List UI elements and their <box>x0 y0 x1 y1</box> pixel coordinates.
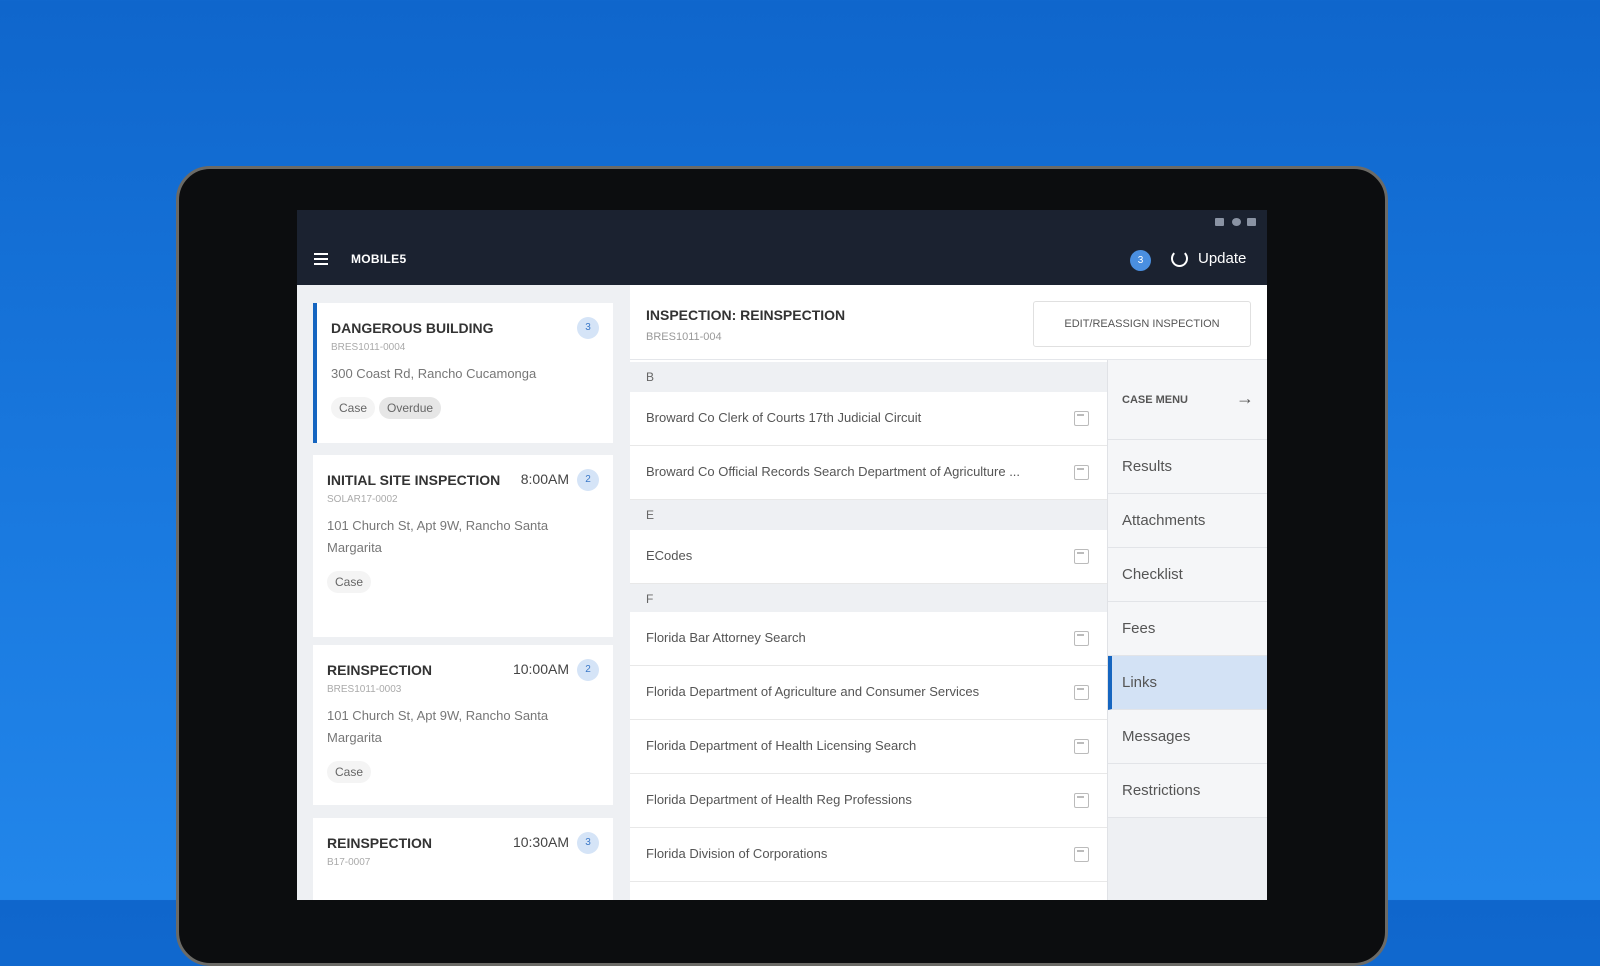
card-title: REINSPECTION <box>327 835 433 851</box>
arrow-right-icon[interactable]: → <box>1236 388 1254 409</box>
inspection-card[interactable]: INITIAL SITE INSPECTION 8:00AM 2 SOLAR17… <box>313 455 613 637</box>
section-header: F <box>630 584 1107 614</box>
card-address: 101 Church St, Apt 9W, Rancho Santa Marg… <box>327 708 549 745</box>
external-link-icon <box>1074 847 1089 862</box>
card-id: SOLAR17-0002 <box>327 494 398 505</box>
external-link-icon <box>1074 793 1089 808</box>
menu-item-results[interactable]: Results <box>1108 440 1267 494</box>
external-link-icon <box>1074 685 1089 700</box>
inspection-card[interactable]: REINSPECTION 10:30AM 3 B17-0007 <box>313 818 613 900</box>
card-time: 10:30AM <box>512 834 569 850</box>
card-count-badge: 3 <box>577 832 599 854</box>
card-title: REINSPECTION <box>327 662 433 678</box>
link-label: Broward Co Official Records Search Depar… <box>646 464 1021 479</box>
link-label: Florida Department of Health Reg Profess… <box>646 792 912 807</box>
card-time: 8:00AM <box>520 471 569 487</box>
hamburger-menu-icon[interactable] <box>314 253 328 265</box>
menu-item-attachments[interactable]: Attachments <box>1108 494 1267 548</box>
tag-case: Case <box>327 761 372 783</box>
external-link-icon <box>1074 631 1089 646</box>
case-menu: CASE MENU → Results Attachments Checklist… <box>1107 360 1267 900</box>
card-title: DANGEROUS BUILDING <box>331 320 494 336</box>
menu-item-fees[interactable]: Fees <box>1108 602 1267 656</box>
link-item[interactable]: ECodes <box>630 530 1107 584</box>
detail-header: INSPECTION: REINSPECTION BRES1011-004 ED… <box>630 285 1267 360</box>
link-label: Florida Department of Health Licensing S… <box>646 738 917 753</box>
card-time: 10:00AM <box>512 661 569 677</box>
menu-item-links[interactable]: Links <box>1108 656 1267 710</box>
external-link-icon <box>1074 739 1089 754</box>
link-item[interactable]: Florida Division of Corporations <box>630 828 1107 882</box>
card-count-badge: 2 <box>577 469 599 491</box>
update-button[interactable]: Update <box>1198 250 1246 267</box>
tag-overdue: Overdue <box>379 397 442 419</box>
tag-case: Case <box>331 397 376 419</box>
card-id: BRES1011-0004 <box>331 342 406 353</box>
link-item[interactable]: Florida Department of Health Licensing S… <box>630 720 1107 774</box>
link-label: Broward Co Clerk of Courts 17th Judicial… <box>646 410 922 425</box>
app-screen: MOBILE5 3 Update DANGEROUS BUILDING 3 BR… <box>297 210 1267 900</box>
link-label: ECodes <box>646 548 693 563</box>
link-label: Florida Bar Attorney Search <box>646 630 806 645</box>
page-title: INSPECTION: REINSPECTION <box>646 307 846 323</box>
card-count-badge: 2 <box>577 659 599 681</box>
tag-case: Case <box>327 571 372 593</box>
external-link-icon <box>1074 411 1089 426</box>
edit-reassign-button[interactable]: EDIT/REASSIGN INSPECTION <box>1033 301 1251 347</box>
status-bar <box>297 210 1267 235</box>
link-item[interactable]: Florida Department of Health Reg Profess… <box>630 774 1107 828</box>
link-label: Florida Division of Corporations <box>646 846 828 861</box>
external-link-icon <box>1074 549 1089 564</box>
case-menu-title: CASE MENU <box>1122 394 1189 406</box>
inspection-list: DANGEROUS BUILDING 3 BRES1011-0004 300 C… <box>297 285 630 900</box>
link-item[interactable]: Florida Bar Attorney Search <box>630 612 1107 666</box>
menu-item-checklist[interactable]: Checklist <box>1108 548 1267 602</box>
external-link-icon <box>1074 465 1089 480</box>
card-id: B17-0007 <box>327 857 371 868</box>
card-title: INITIAL SITE INSPECTION <box>327 472 501 488</box>
menu-item-messages[interactable]: Messages <box>1108 710 1267 764</box>
case-menu-header[interactable]: CASE MENU → <box>1108 360 1267 440</box>
section-header: B <box>630 362 1107 392</box>
link-label: Florida Department of Agriculture and Co… <box>646 684 980 699</box>
section-header: E <box>630 500 1107 530</box>
card-count-badge: 3 <box>577 317 599 339</box>
app-title: MOBILE5 <box>351 252 407 266</box>
inspection-card[interactable]: REINSPECTION 10:00AM 2 BRES1011-0003 101… <box>313 645 613 805</box>
link-item[interactable]: Florida Department of Agriculture and Co… <box>630 666 1107 720</box>
sync-icon[interactable] <box>1171 250 1188 267</box>
link-item[interactable]: Broward Co Official Records Search Depar… <box>630 446 1107 500</box>
card-address: 101 Church St, Apt 9W, Rancho Santa Marg… <box>327 518 549 555</box>
inspection-id: BRES1011-004 <box>646 331 722 343</box>
card-id: BRES1011-0003 <box>327 684 402 695</box>
notification-badge[interactable]: 3 <box>1130 250 1151 271</box>
card-address: 300 Coast Rd, Rancho Cucamonga <box>331 366 537 381</box>
link-item[interactable]: Broward Co Clerk of Courts 17th Judicial… <box>630 392 1107 446</box>
app-bar: MOBILE5 3 Update <box>297 235 1267 285</box>
menu-item-restrictions[interactable]: Restrictions <box>1108 764 1267 818</box>
inspection-card[interactable]: DANGEROUS BUILDING 3 BRES1011-0004 300 C… <box>313 303 613 443</box>
